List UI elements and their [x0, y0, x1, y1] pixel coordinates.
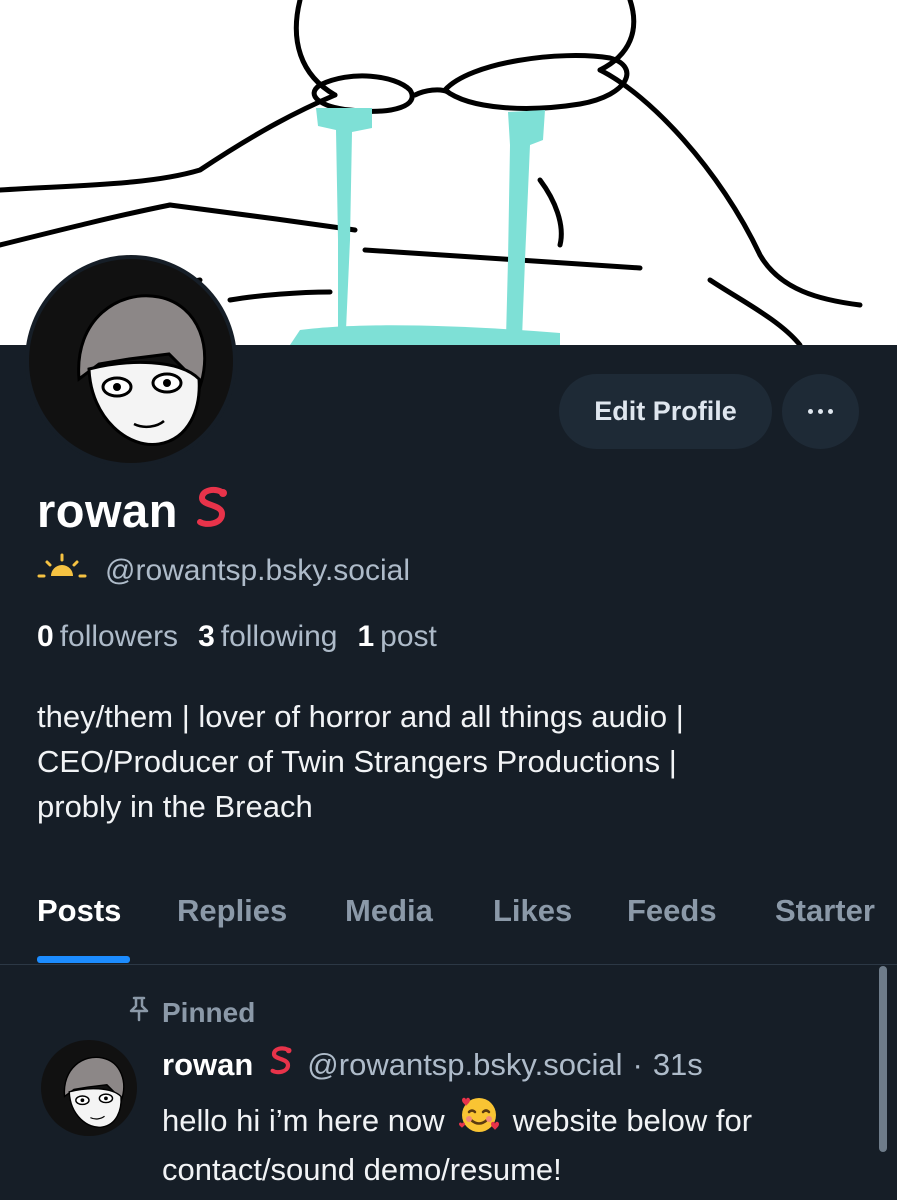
edit-profile-button[interactable]: Edit Profile	[559, 374, 772, 449]
more-options-button[interactable]	[782, 374, 859, 449]
post-body[interactable]: hello hi i’m here now website below for …	[162, 1094, 862, 1193]
profile-handle[interactable]: @rowantsp.bsky.social	[105, 554, 410, 588]
profile-name-row: rowan	[37, 480, 232, 540]
followers-label: followers	[59, 620, 179, 653]
post-text-line: contact/sound demo/resume!	[162, 1152, 562, 1187]
more-horizontal-icon-dot	[828, 409, 833, 414]
posts-count: 1	[357, 620, 375, 653]
following-count: 3	[198, 620, 215, 653]
snake-icon	[192, 486, 232, 535]
post-author-avatar[interactable]	[41, 1040, 137, 1136]
active-tab-indicator	[37, 956, 130, 963]
tab-media[interactable]: Media	[345, 880, 433, 964]
post-timestamp[interactable]: 31s	[653, 1047, 703, 1083]
bio-line: probly in the Breach	[37, 789, 313, 824]
posts-label: post	[380, 620, 437, 653]
bio-line: they/them | lover of horror and all thin…	[37, 699, 684, 734]
profile-stats: 0 followers 3 following 1 post	[37, 620, 437, 654]
tab-starter[interactable]: Starter	[775, 880, 875, 964]
profile-bio: they/them | lover of horror and all thin…	[37, 694, 837, 829]
profile-tabs: Posts Replies Media Likes Feeds Starter	[0, 880, 897, 965]
profile-avatar[interactable]	[25, 255, 237, 467]
post-author-handle[interactable]: @rowantsp.bsky.social	[307, 1047, 622, 1083]
avatar-illustration	[29, 259, 233, 463]
post-author-name[interactable]: rowan	[162, 1047, 253, 1083]
more-horizontal-icon-dot	[818, 409, 823, 414]
smiling-face-with-hearts-icon	[457, 1094, 501, 1147]
profile-display-name: rowan	[37, 483, 178, 537]
sunrise-icon	[37, 552, 87, 590]
followers-count: 0	[37, 620, 54, 653]
scrollbar[interactable]	[879, 966, 887, 1152]
bio-line: CEO/Producer of Twin Strangers Productio…	[37, 744, 677, 779]
following-stat[interactable]: 3 following	[198, 620, 337, 654]
posts-stat: 1 post	[357, 620, 436, 654]
followers-stat[interactable]: 0 followers	[37, 620, 178, 654]
post-header: rowan @rowantsp.bsky.social · 31s	[162, 1045, 703, 1085]
tab-feeds[interactable]: Feeds	[627, 880, 717, 964]
profile-handle-row: @rowantsp.bsky.social	[37, 552, 410, 590]
snake-icon	[267, 1045, 295, 1085]
post-text-part: website below for	[512, 1102, 753, 1138]
pinned-indicator: Pinned	[128, 996, 255, 1029]
post-meta-separator: ·	[632, 1047, 643, 1082]
tab-replies[interactable]: Replies	[177, 880, 287, 964]
following-label: following	[220, 620, 338, 653]
pin-icon	[128, 996, 150, 1029]
tab-likes[interactable]: Likes	[493, 880, 572, 964]
post-text-part: hello hi i’m here now	[162, 1102, 445, 1138]
post-avatar-illustration	[41, 1040, 137, 1136]
more-horizontal-icon	[808, 409, 813, 414]
post-text-line: hello hi i’m here now website below for	[162, 1094, 862, 1147]
pinned-label: Pinned	[162, 996, 256, 1028]
tab-posts[interactable]: Posts	[37, 880, 121, 964]
